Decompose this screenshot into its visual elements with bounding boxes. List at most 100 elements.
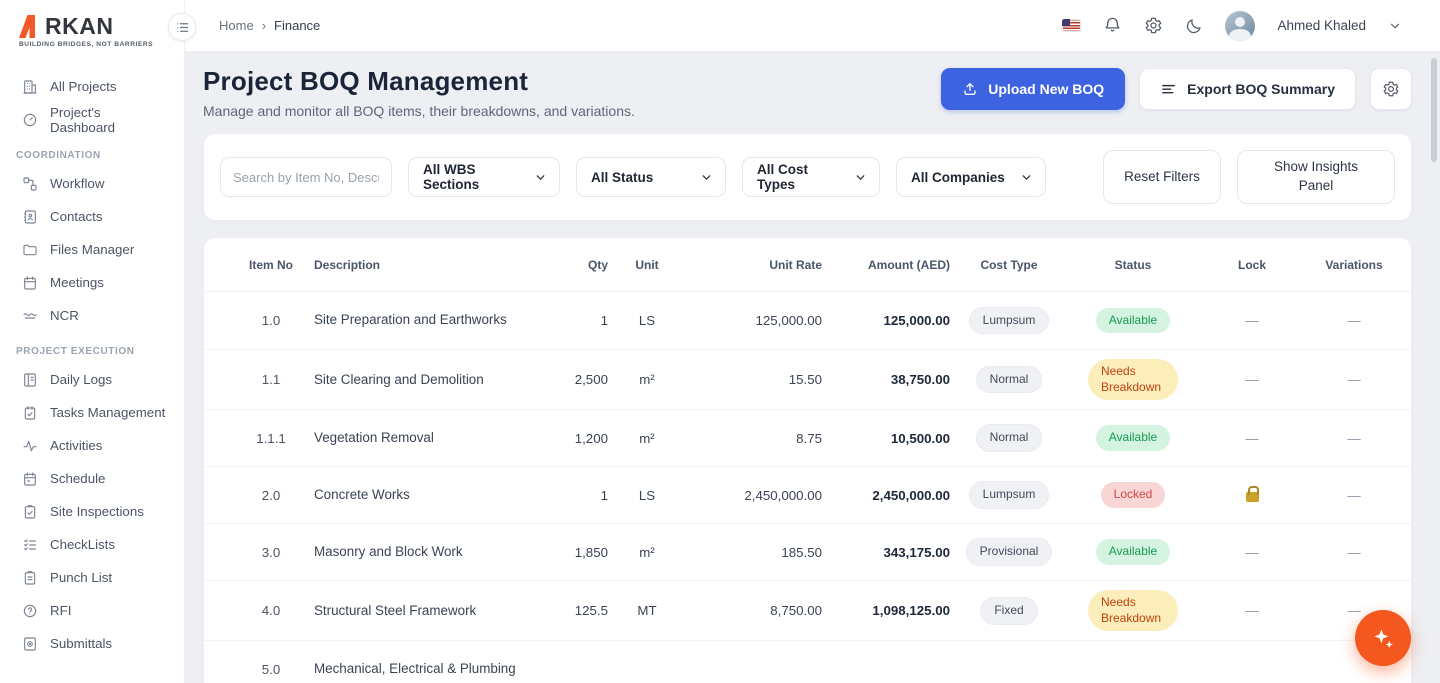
cell-item-no: 1.1.1: [228, 431, 314, 446]
column-qty: Qty: [536, 258, 608, 272]
show-insights-panel-button[interactable]: Show Insights Panel: [1237, 150, 1395, 204]
export-boq-summary-button[interactable]: Export BOQ Summary: [1139, 68, 1356, 110]
upload-new-boq-button[interactable]: Upload New BOQ: [941, 68, 1125, 110]
filter-dropdown-all-status[interactable]: All Status: [576, 157, 726, 197]
ncr-waves-icon: [22, 308, 38, 324]
breadcrumb-current[interactable]: Finance: [274, 18, 320, 33]
cell-unit: m²: [608, 545, 686, 560]
cell-qty: 125.5: [536, 603, 608, 618]
sidebar-item-submittals[interactable]: Submittals: [14, 627, 174, 660]
reset-filters-button[interactable]: Reset Filters: [1103, 150, 1221, 204]
chevron-down-icon[interactable]: [1388, 19, 1402, 33]
upload-icon: [962, 81, 978, 97]
column-unit-rate: Unit Rate: [686, 258, 822, 272]
page-title: Project BOQ Management: [203, 66, 635, 97]
cell-unit-rate: 8,750.00: [686, 603, 822, 618]
breadcrumb-home-link[interactable]: Home: [219, 18, 254, 33]
workflow-icon: [22, 176, 38, 192]
sidebar-item-label: Project's Dashboard: [50, 105, 166, 135]
sidebar-item-activities[interactable]: Activities: [14, 429, 174, 462]
sidebar-nav: All Projects Project's Dashboard COORDIN…: [14, 70, 174, 660]
column-variations: Variations: [1306, 258, 1402, 272]
cell-variations: —: [1306, 313, 1402, 328]
folder-icon: [22, 242, 38, 258]
cell-item-no: 4.0: [228, 603, 314, 618]
gear-icon: [1382, 80, 1400, 98]
status-badge: Needs Breakdown: [1088, 590, 1178, 631]
sidebar-item-schedule[interactable]: Schedule: [14, 462, 174, 495]
cost-type-badge: Lumpsum: [969, 481, 1050, 509]
sidebar: RKAN BUILDING BRIDGES, NOT BARRIERS All …: [0, 0, 185, 683]
cell-amount: 343,175.00: [822, 545, 950, 560]
topbar-actions: Ahmed Khaled: [1062, 11, 1402, 41]
cell-amount: 10,500.00: [822, 431, 950, 446]
sidebar-item-all-projects[interactable]: All Projects: [14, 70, 174, 103]
filter-dropdown-all-cost-types[interactable]: All Cost Types: [742, 157, 880, 197]
cell-lock: —: [1198, 545, 1306, 560]
cell-lock: —: [1198, 372, 1306, 387]
sidebar-item-meetings[interactable]: Meetings: [14, 266, 174, 299]
table-row[interactable]: 4.0 Structural Steel Framework 125.5 MT …: [204, 580, 1411, 640]
table-row[interactable]: 3.0 Masonry and Block Work 1,850 m² 185.…: [204, 523, 1411, 580]
table-row[interactable]: 1.1 Site Clearing and Demolition 2,500 m…: [204, 349, 1411, 409]
column-amount: Amount (AED): [822, 258, 950, 272]
sidebar-item-punch-list[interactable]: Punch List: [14, 561, 174, 594]
filter-dropdown-all-companies[interactable]: All Companies: [896, 157, 1046, 197]
main-content: Project BOQ Management Manage and monito…: [185, 52, 1440, 683]
sidebar-item-site-inspections[interactable]: Site Inspections: [14, 495, 174, 528]
topbar: Home › Finance Ahmed Khaled: [185, 0, 1440, 52]
cell-item-no: 1.1: [228, 372, 314, 387]
sidebar-item-workflow[interactable]: Workflow: [14, 167, 174, 200]
table-row[interactable]: 1.0 Site Preparation and Earthworks 1 LS…: [204, 292, 1411, 349]
cell-qty: 1: [536, 313, 608, 328]
chevron-down-icon: [1020, 171, 1033, 184]
sidebar-section-label: COORDINATION: [16, 150, 174, 161]
sidebar-item-files-manager[interactable]: Files Manager: [14, 233, 174, 266]
sidebar-item-label: Site Inspections: [50, 504, 144, 519]
table-row[interactable]: 2.0 Concrete Works 1 LS 2,450,000.00 2,4…: [204, 466, 1411, 523]
user-name[interactable]: Ahmed Khaled: [1277, 18, 1366, 33]
sidebar-item-tasks-management[interactable]: Tasks Management: [14, 396, 174, 429]
schedule-icon: [22, 471, 38, 487]
bell-icon[interactable]: [1103, 16, 1122, 35]
sidebar-item-label: All Projects: [50, 79, 117, 94]
breadcrumb: Home › Finance: [219, 18, 320, 33]
table-row[interactable]: 1.1.1 Vegetation Removal 1,200 m² 8.75 1…: [204, 409, 1411, 466]
cell-unit: LS: [608, 488, 686, 503]
language-us-flag-icon[interactable]: [1062, 19, 1081, 32]
moon-icon[interactable]: [1185, 17, 1203, 35]
filter-dropdown-all-wbs-sections[interactable]: All WBS Sections: [408, 157, 560, 197]
sidebar-item-label: Schedule: [50, 471, 105, 486]
page-header: Project BOQ Management Manage and monito…: [203, 66, 1412, 119]
sidebar-collapse-button[interactable]: [168, 13, 196, 41]
sidebar-item-checklists[interactable]: CheckLists: [14, 528, 174, 561]
sidebar-item-contacts[interactable]: Contacts: [14, 200, 174, 233]
chevron-down-icon: [700, 171, 713, 184]
cell-item-no: 5.0: [228, 662, 314, 677]
calendar-icon: [22, 275, 38, 291]
gear-icon[interactable]: [1144, 16, 1163, 35]
brand-tagline: BUILDING BRIDGES, NOT BARRIERS: [14, 41, 174, 48]
status-badge: Available: [1096, 425, 1170, 451]
table-row[interactable]: 5.0 Mechanical, Electrical & Plumbing: [204, 640, 1411, 683]
table-settings-gear-button[interactable]: [1370, 68, 1412, 110]
search-input[interactable]: [220, 157, 392, 197]
user-avatar[interactable]: [1225, 11, 1255, 41]
status-badge: Available: [1096, 308, 1170, 334]
activity-pulse-icon: [22, 438, 38, 454]
cell-qty: 1,850: [536, 545, 608, 560]
sidebar-item-rfi[interactable]: RFI: [14, 594, 174, 627]
sidebar-item-ncr[interactable]: NCR: [14, 299, 174, 332]
column-item-no: Item No: [249, 258, 293, 272]
sidebar-item-project-s-dashboard[interactable]: Project's Dashboard: [14, 103, 174, 136]
building-icon: [22, 79, 38, 95]
cell-qty: 1: [536, 488, 608, 503]
boq-table: Item No Description Qty Unit Unit Rate A…: [203, 237, 1412, 683]
column-description: Description: [314, 258, 536, 272]
sidebar-item-label: CheckLists: [50, 537, 115, 552]
ai-assistant-fab[interactable]: [1355, 610, 1411, 666]
vertical-scrollbar-thumb[interactable]: [1431, 58, 1437, 162]
sidebar-item-daily-logs[interactable]: Daily Logs: [14, 363, 174, 396]
tasks-icon: [22, 405, 38, 421]
submittals-icon: [22, 636, 38, 652]
